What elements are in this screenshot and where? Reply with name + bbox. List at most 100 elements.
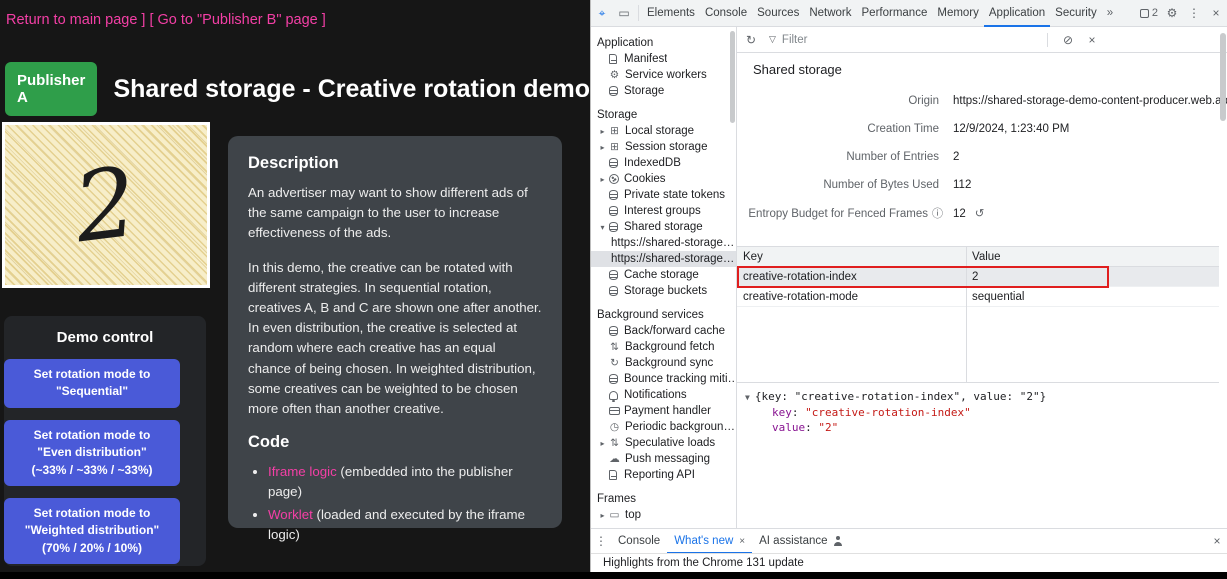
refresh-icon[interactable]: ↻ (739, 33, 763, 47)
sidebar-item-shared-storage[interactable]: ▾ Shared storage (591, 219, 736, 235)
sidebar-item-label: Background sync (625, 357, 713, 369)
drawer-tab-whats-new[interactable]: What's new× (667, 529, 752, 554)
drawer-tab-console[interactable]: Console (611, 529, 667, 554)
rotation-mode-button[interactable]: Set rotation mode to "Even distribution"… (4, 420, 180, 486)
cell-value: 2 (966, 267, 1219, 286)
close-drawer-icon[interactable]: × (1207, 534, 1227, 548)
sidebar-item-manifest[interactable]: Manifest (591, 51, 736, 67)
block-icon[interactable]: ⊘ (1056, 33, 1080, 47)
property-key: value (772, 421, 805, 434)
sidebar-item-background-sync[interactable]: ↻ Background sync (591, 355, 736, 371)
rotation-mode-buttons: Set rotation mode to "Sequential" Set ro… (4, 359, 206, 572)
device-toolbar-icon[interactable]: ▭ (613, 6, 635, 20)
sidebar-item-background-fetch[interactable]: ⇅ Background fetch (591, 339, 736, 355)
sidebar-item-storage-buckets[interactable]: Storage buckets (591, 283, 736, 299)
cell-key: creative-rotation-index (737, 267, 966, 286)
tab-label: Elements (647, 7, 695, 19)
sidebar-item-notifications[interactable]: Notifications (591, 387, 736, 403)
sidebar-item-label: top (625, 509, 641, 521)
storage-entries-table: Key Value creative-rotation-index 2 (737, 246, 1219, 382)
info-icon[interactable]: ⓘ (932, 208, 943, 220)
sidebar-item-private-state-tokens[interactable]: Private state tokens (591, 187, 736, 203)
clear-icon[interactable]: × (1080, 33, 1104, 47)
tab-application[interactable]: Application (984, 0, 1050, 27)
sidebar-item-periodic-background-sync[interactable]: ◷ Periodic backgroun… (591, 419, 736, 435)
filter-input[interactable]: ▽ Filter (763, 34, 1025, 46)
sidebar-item-top-frame[interactable]: ▸ ▭ top (591, 507, 736, 523)
rotation-mode-button[interactable]: Set rotation mode to "Weighted distribut… (4, 498, 180, 564)
sidebar-item-label: Frames (597, 493, 636, 505)
tab-security[interactable]: Security (1050, 0, 1102, 27)
disclosure-arrow[interactable]: ▾ (597, 223, 608, 232)
filter-placeholder: Filter (782, 34, 808, 46)
property-value: "creative-rotation-index" (805, 406, 971, 419)
sidebar-item-speculative-loads[interactable]: ▸ ⇅ Speculative loads (591, 435, 736, 451)
sidebar-item-bounce-tracking[interactable]: Bounce tracking miti… (591, 371, 736, 387)
sidebar-item-payment-handler[interactable]: Payment handler (591, 403, 736, 419)
disclosure-arrow[interactable]: ▸ (597, 127, 608, 136)
expand-triangle-icon[interactable]: ▼ (745, 393, 750, 402)
kebab-menu-icon[interactable]: ⋮ (1183, 6, 1205, 20)
close-tab-icon[interactable]: × (739, 529, 745, 554)
disclosure-arrow[interactable]: ▸ (597, 143, 608, 152)
sidebar-item-push-messaging[interactable]: ☁ Push messaging (591, 451, 736, 467)
sidebar-item-cache-storage[interactable]: Cache storage (591, 267, 736, 283)
sidebar-item-back-forward-cache[interactable]: Back/forward cache (591, 323, 736, 339)
drawer-tab-ai-assistance[interactable]: AI assistance (752, 529, 849, 554)
sidebar-item-label: Periodic backgroun… (625, 421, 735, 433)
sidebar-section-storage[interactable]: Storage (591, 107, 736, 123)
column-header-value[interactable]: Value (966, 247, 1219, 266)
tab-label: Application (989, 7, 1045, 19)
sidebar-item-label: Cookies (624, 173, 666, 185)
code-link[interactable]: Worklet (268, 507, 313, 522)
page-nav-links[interactable]: Return to main page ] [ Go to "Publisher… (6, 12, 326, 28)
database-icon (609, 286, 618, 296)
tab-label: Network (809, 7, 851, 19)
sidebar-item-session-storage[interactable]: ▸ ⊞ Session storage (591, 139, 736, 155)
sidebar-scrollbar[interactable] (730, 31, 735, 123)
disclosure-arrow[interactable]: ▸ (597, 439, 608, 448)
metadata-label-text: Creation Time (867, 123, 939, 135)
sidebar-section-application[interactable]: Application (591, 35, 736, 51)
sidebar-item-label: Session storage (625, 141, 707, 153)
rotation-mode-button[interactable]: Set rotation mode to "Sequential" (4, 359, 180, 408)
sidebar-item-reporting-api[interactable]: Reporting API (591, 467, 736, 483)
settings-gear-icon[interactable]: ⚙ (1161, 6, 1183, 20)
sidebar-item-shared-storage-origin-2[interactable]: https://shared-storage… (591, 251, 736, 267)
sidebar-item-cookies[interactable]: ▸ Cookies (591, 171, 736, 187)
sidebar-item-storage[interactable]: Storage (591, 83, 736, 99)
publisher-page: Return to main page ] [ Go to "Publisher… (0, 0, 590, 572)
issues-count-badge[interactable]: 2 (1140, 7, 1158, 19)
table-row[interactable]: creative-rotation-mode sequential (737, 287, 1219, 307)
sidebar-item-local-storage[interactable]: ▸ ⊞ Local storage (591, 123, 736, 139)
disclosure-arrow[interactable]: ▸ (597, 175, 608, 184)
main-scrollbar[interactable] (1220, 33, 1226, 121)
drawer-kebab-icon[interactable]: ⋮ (591, 534, 611, 548)
code-link[interactable]: Iframe logic (268, 464, 337, 479)
more-tabs-chevron[interactable]: » (1102, 0, 1118, 27)
table-row[interactable]: creative-rotation-index 2 (737, 267, 1219, 287)
filter-icon: ▽ (769, 34, 776, 45)
devtools-window: ⌖ ▭ Elements Console Sources Network Per… (590, 0, 1227, 572)
tab-network[interactable]: Network (804, 0, 856, 27)
tab-memory[interactable]: Memory (932, 0, 984, 27)
sidebar-item-indexeddb[interactable]: IndexedDB (591, 155, 736, 171)
property-colon: : (792, 406, 805, 419)
sidebar-item-shared-storage-origin-1[interactable]: https://shared-storage… (591, 235, 736, 251)
tab-console[interactable]: Console (700, 0, 752, 27)
tab-sources[interactable]: Sources (752, 0, 804, 27)
database-icon (609, 270, 618, 280)
application-sidebar: Application Manifest ⚙ Service workers (591, 27, 737, 528)
reset-budget-icon[interactable]: ↺ (975, 208, 985, 220)
inspect-element-icon[interactable]: ⌖ (591, 6, 613, 21)
column-header-key[interactable]: Key (737, 247, 966, 266)
sidebar-section-frames[interactable]: Frames (591, 491, 736, 507)
metadata-label-text: Entropy Budget for Fenced Frames (748, 208, 928, 220)
sidebar-section-background-services[interactable]: Background services (591, 307, 736, 323)
sidebar-item-service-workers[interactable]: ⚙ Service workers (591, 67, 736, 83)
disclosure-arrow[interactable]: ▸ (597, 511, 608, 520)
close-devtools-icon[interactable]: × (1205, 6, 1227, 20)
tab-elements[interactable]: Elements (642, 0, 700, 27)
tab-performance[interactable]: Performance (857, 0, 933, 27)
sidebar-item-interest-groups[interactable]: Interest groups (591, 203, 736, 219)
